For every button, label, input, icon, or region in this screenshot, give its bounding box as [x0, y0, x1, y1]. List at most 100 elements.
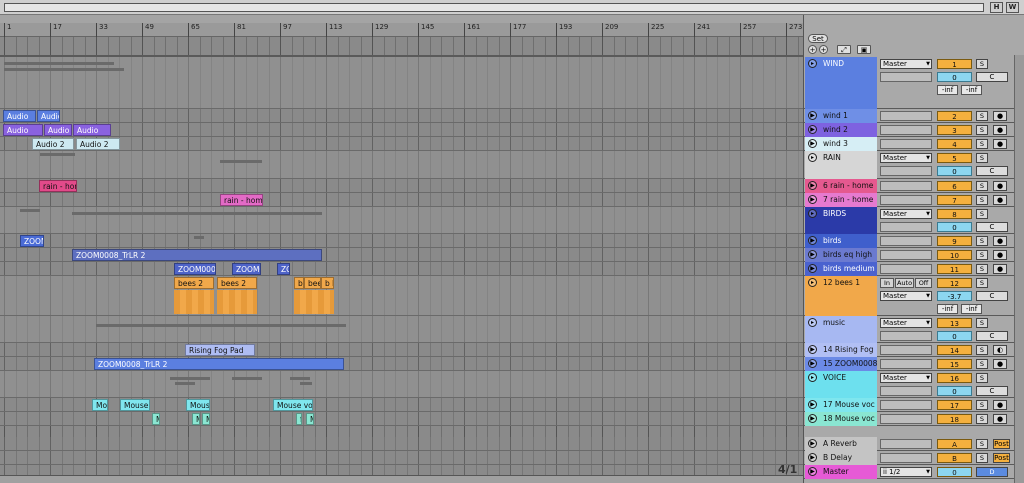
monitor-in-button[interactable]: In	[880, 278, 894, 288]
track-activator[interactable]: 12	[937, 278, 972, 288]
clip-audio2c[interactable]: Audio	[73, 124, 111, 136]
track-activator[interactable]: A	[937, 439, 972, 449]
arm-button[interactable]: ●	[993, 250, 1007, 260]
arrangement-track-lane[interactable]	[0, 57, 803, 109]
arrangement-track-lane[interactable]	[0, 109, 803, 123]
clip-m2[interactable]: M	[192, 413, 200, 425]
track-activator[interactable]: 18	[937, 414, 972, 424]
input-box[interactable]	[880, 439, 932, 449]
input-box[interactable]	[880, 264, 932, 274]
output-select[interactable]: ii 1/2	[880, 467, 932, 477]
arrangement-track-lane[interactable]	[0, 151, 803, 179]
solo-button[interactable]: S	[976, 59, 988, 69]
add-return-icon[interactable]: +	[819, 45, 828, 54]
monitor-off-button[interactable]: Off	[915, 278, 932, 288]
arrangement-track-lane[interactable]	[0, 437, 803, 451]
w-button[interactable]: W	[1006, 2, 1019, 13]
solo-button[interactable]: S	[976, 278, 988, 288]
clip-zoom_c[interactable]: ZOOM0008_TrLR 2	[94, 358, 344, 370]
track-activator[interactable]: 5	[937, 153, 972, 163]
clip-bees_d[interactable]: bee	[304, 277, 321, 289]
track-name-cell[interactable]: ▶ birds eq high	[805, 248, 877, 262]
input-box[interactable]	[880, 414, 932, 424]
solo-button[interactable]: S	[976, 345, 988, 355]
track-name-cell[interactable]: ▶ wind 2	[805, 123, 877, 137]
track-header-row[interactable]: ▶ Master 0 Dii 1/2	[804, 465, 1024, 479]
beat-time-ruler[interactable]: 1 17 33 49 65 81 97 113 129 145 161 177 193 209 225 241…	[0, 23, 803, 37]
scrub-area[interactable]	[0, 15, 803, 23]
clip-audio3[interactable]: Audio 2	[32, 138, 74, 150]
solo-button[interactable]: S	[976, 250, 988, 260]
arm-button[interactable]: ●	[993, 139, 1007, 149]
solo-button[interactable]: S	[976, 139, 988, 149]
lock-icon[interactable]: ▣	[857, 45, 871, 54]
track-name-cell[interactable]: ▶ B Delay	[805, 451, 877, 465]
track-header-row[interactable]: ▶ 6 rain - home 6 S ●	[804, 179, 1024, 193]
track-activator[interactable]: 15	[937, 359, 972, 369]
track-activator[interactable]: 6	[937, 181, 972, 191]
expand-icon[interactable]: ⤢	[837, 45, 851, 54]
track-header-row[interactable]: ▶ birds 9 S ●	[804, 234, 1024, 248]
loop-brace[interactable]	[0, 55, 803, 57]
clip-waveform[interactable]	[294, 290, 334, 314]
track-header-row[interactable]: ▶ wind 3 4 S ●	[804, 137, 1024, 151]
arm-button[interactable]: ●	[993, 264, 1007, 274]
solo-button[interactable]: S	[976, 125, 988, 135]
send-value[interactable]: -3.7	[937, 291, 972, 301]
add-icon[interactable]: +	[808, 45, 817, 54]
clip-rain2[interactable]: rain - home	[220, 194, 263, 206]
input-box[interactable]	[880, 250, 932, 260]
arrangement-track-lane[interactable]	[0, 371, 803, 398]
track-name-cell[interactable]: ▶ 18 Mouse voc	[805, 412, 877, 426]
clip-audio2b[interactable]: Audio	[44, 124, 72, 136]
input-box[interactable]	[880, 236, 932, 246]
pan-center[interactable]: C	[976, 291, 1008, 301]
input-box[interactable]	[880, 386, 932, 396]
output-select[interactable]: Master	[880, 59, 932, 69]
track-header-row[interactable]: ▶ wind 2 3 S ●	[804, 123, 1024, 137]
track-activator[interactable]: 4	[937, 139, 972, 149]
track-activator[interactable]: 13	[937, 318, 972, 328]
clip-m4[interactable]: f	[296, 413, 302, 425]
track-name-cell[interactable]: ▸ music	[805, 316, 877, 343]
track-activator[interactable]: 11	[937, 264, 972, 274]
clip-zoom0[interactable]: ZOOM0	[232, 263, 261, 275]
input-box[interactable]	[880, 72, 932, 82]
track-activator[interactable]: 3	[937, 125, 972, 135]
clip-audio1[interactable]: Audio	[3, 110, 36, 122]
send-value[interactable]: 0	[937, 331, 972, 341]
track-activator[interactable]: 9	[937, 236, 972, 246]
input-box[interactable]	[880, 195, 932, 205]
time-ruler-bottom[interactable]	[0, 475, 803, 483]
arm-button[interactable]: ●	[993, 414, 1007, 424]
track-activator[interactable]: 2	[937, 111, 972, 121]
track-name-cell[interactable]: ▶ 17 Mouse voc	[805, 398, 877, 412]
input-box[interactable]	[880, 453, 932, 463]
arrangement-tracks[interactable]: AudioAudioAudioAudioAudioAudio 2Audio 2r…	[0, 37, 803, 483]
output-select[interactable]: Master	[880, 209, 932, 219]
track-header-row[interactable]: ▶ 15 ZOOM0008 15 S ●	[804, 357, 1024, 371]
track-name-cell[interactable]: ▸ RAIN	[805, 151, 877, 179]
solo-button[interactable]: S	[976, 439, 988, 449]
solo-button[interactable]: S	[976, 264, 988, 274]
h-button[interactable]: H	[990, 2, 1003, 13]
input-box[interactable]	[880, 125, 932, 135]
output-select[interactable]: Master	[880, 153, 932, 163]
track-name-cell[interactable]: ▶ 6 rain - home	[805, 179, 877, 193]
track-header-row[interactable]: ▶ 14 Rising Fog 14 S ◐	[804, 343, 1024, 357]
clip-waveform[interactable]	[217, 290, 257, 314]
clip-bees_b[interactable]: bees 2	[217, 277, 257, 289]
track-header-row[interactable]: ▶ birds medium 11 S ●	[804, 262, 1024, 276]
clip-fog[interactable]: Rising Fog Pad	[185, 344, 255, 356]
track-name-cell[interactable]: ▶ wind 3	[805, 137, 877, 151]
input-box[interactable]	[880, 400, 932, 410]
arm-button[interactable]: ◐	[993, 345, 1007, 355]
pan-center[interactable]: C	[976, 166, 1008, 176]
input-box[interactable]	[880, 345, 932, 355]
track-name-cell[interactable]: ▶ 15 ZOOM0008	[805, 357, 877, 371]
solo-button[interactable]: S	[976, 181, 988, 191]
track-header-row[interactable]: ▸music 13 S Master 0C	[804, 316, 1024, 343]
solo-button[interactable]: S	[976, 400, 988, 410]
pan-center[interactable]: C	[976, 222, 1008, 232]
track-name-cell[interactable]: ▶ Master	[805, 465, 877, 479]
